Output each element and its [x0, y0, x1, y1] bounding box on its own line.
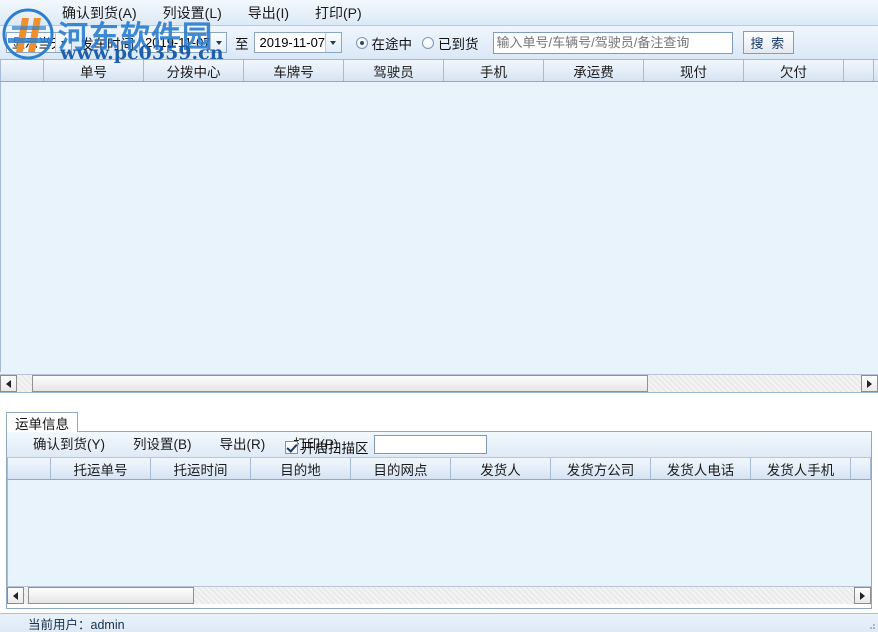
panel-toolbar: 确认到货(Y) 列设置(B) 导出(R) 打印(P) 开启扫描区: [7, 432, 871, 458]
bottom-panel-area: 运单信息 确认到货(Y) 列设置(B) 导出(R) 打印(P) 开启扫描区 托运…: [0, 394, 878, 613]
column-header-7[interactable]: 发货人电话: [651, 458, 751, 479]
main-scroll-thumb[interactable]: [32, 375, 649, 392]
main-scroll-track[interactable]: [17, 375, 861, 392]
application-window: 确认到货(A) 列设置(L) 导出(I) 打印(P) 显示当天 发车时间 201…: [0, 0, 878, 632]
panel-grid-hscrollbar[interactable]: [7, 586, 871, 604]
panel-menu-export[interactable]: 导出(R): [210, 434, 276, 456]
radio-in-transit[interactable]: 在途中: [355, 33, 413, 53]
radio-selected-icon: [355, 36, 368, 49]
panel-scroll-thumb[interactable]: [28, 587, 195, 604]
range-select-value: 显示当天: [12, 36, 65, 51]
main-grid-body[interactable]: [0, 82, 878, 372]
scroll-left-arrow-icon[interactable]: [7, 587, 24, 604]
column-header-6[interactable]: 承运费: [544, 60, 644, 81]
menu-confirm-arrival[interactable]: 确认到货(A): [52, 2, 147, 24]
column-header-blank[interactable]: [0, 60, 44, 81]
main-grid-header: 单号 分拨中心 车牌号 驾驶员 手机 承运费 现付 欠付: [0, 60, 878, 82]
column-header-2[interactable]: 托运时间: [151, 458, 251, 479]
bottom-tabstrip: 运单信息: [6, 412, 872, 433]
panel-menu-confirm-arrival[interactable]: 确认到货(Y): [23, 434, 115, 456]
radio-arrived-label: 已到货: [438, 36, 479, 52]
depart-time-label: 发车时间: [80, 36, 134, 52]
filter-toolbar: 显示当天 发车时间 2019-11-07 至 2019-11-07 在途中 已到…: [0, 26, 878, 60]
range-select[interactable]: 显示当天: [6, 32, 72, 53]
scan-input[interactable]: [374, 435, 487, 454]
main-waybill-grid: 单号 分拨中心 车牌号 驾驶员 手机 承运费 现付 欠付: [0, 60, 878, 393]
column-header-7[interactable]: 现付: [644, 60, 744, 81]
radio-in-transit-label: 在途中: [371, 36, 413, 52]
column-header-4[interactable]: 目的网点: [351, 458, 451, 479]
search-input[interactable]: [492, 31, 733, 54]
main-grid-hscrollbar[interactable]: [0, 374, 878, 392]
scroll-right-arrow-icon[interactable]: [861, 375, 878, 392]
column-header-3[interactable]: 车牌号: [244, 60, 344, 81]
panel-right-margin: [872, 394, 878, 613]
column-header-8[interactable]: 欠付: [744, 60, 844, 81]
status-bar: 当前用户：admin: [0, 613, 878, 632]
panel-scroll-track[interactable]: [24, 587, 854, 604]
date-to-value: 2019-11-07: [259, 35, 326, 50]
scroll-left-arrow-icon[interactable]: [0, 375, 17, 392]
column-header-5[interactable]: 发货人: [451, 458, 551, 479]
panel-grid-body[interactable]: [7, 480, 871, 586]
waybill-info-panel: 确认到货(Y) 列设置(B) 导出(R) 打印(P) 开启扫描区 托运单号 托运时…: [6, 432, 872, 609]
date-from-value: 2019-11-07: [145, 35, 211, 50]
menu-column-settings[interactable]: 列设置(L): [153, 2, 232, 24]
panel-menu-column-settings[interactable]: 列设置(B): [123, 434, 202, 456]
column-header-1[interactable]: 托运单号: [51, 458, 151, 479]
search-button[interactable]: 搜 索: [742, 31, 795, 54]
date-to-picker[interactable]: 2019-11-07: [253, 32, 342, 53]
panel-grid-header: 托运单号 托运时间 目的地 目的网点 发货人 发货方公司 发货人电话 发货人手机: [7, 458, 871, 480]
date-between-label: 至: [235, 36, 249, 52]
column-header-blank[interactable]: [851, 458, 871, 479]
scan-area-checkbox[interactable]: 开启扫描区: [285, 437, 369, 457]
menu-print[interactable]: 打印(P): [305, 2, 372, 24]
radio-arrived[interactable]: 已到货: [422, 33, 479, 53]
date-from-picker[interactable]: 2019-11-07: [139, 32, 227, 53]
column-header-2[interactable]: 分拨中心: [144, 60, 244, 81]
scroll-right-arrow-icon[interactable]: [854, 587, 871, 604]
checkbox-checked-icon: [285, 440, 298, 454]
radio-unselected-icon: [422, 36, 434, 49]
chevron-down-icon[interactable]: [324, 33, 341, 52]
current-user-status: 当前用户：admin: [28, 617, 125, 632]
chevron-down-icon[interactable]: [210, 33, 226, 52]
column-header-blank[interactable]: [844, 60, 874, 81]
column-header-5[interactable]: 手机: [444, 60, 544, 81]
column-header-1[interactable]: 单号: [44, 60, 144, 81]
column-header-6[interactable]: 发货方公司: [551, 458, 651, 479]
column-header-blank[interactable]: [7, 458, 51, 479]
menu-export[interactable]: 导出(I): [238, 2, 299, 24]
tab-waybill-info[interactable]: 运单信息: [6, 412, 78, 433]
column-header-8[interactable]: 发货人手机: [751, 458, 851, 479]
resize-grip-icon[interactable]: [866, 620, 876, 630]
column-header-4[interactable]: 驾驶员: [344, 60, 444, 81]
chevron-down-icon[interactable]: [55, 33, 71, 52]
scan-area-label: 开启扫描区: [301, 441, 369, 456]
top-menu-bar: 确认到货(A) 列设置(L) 导出(I) 打印(P): [0, 0, 878, 26]
column-header-3[interactable]: 目的地: [251, 458, 351, 479]
